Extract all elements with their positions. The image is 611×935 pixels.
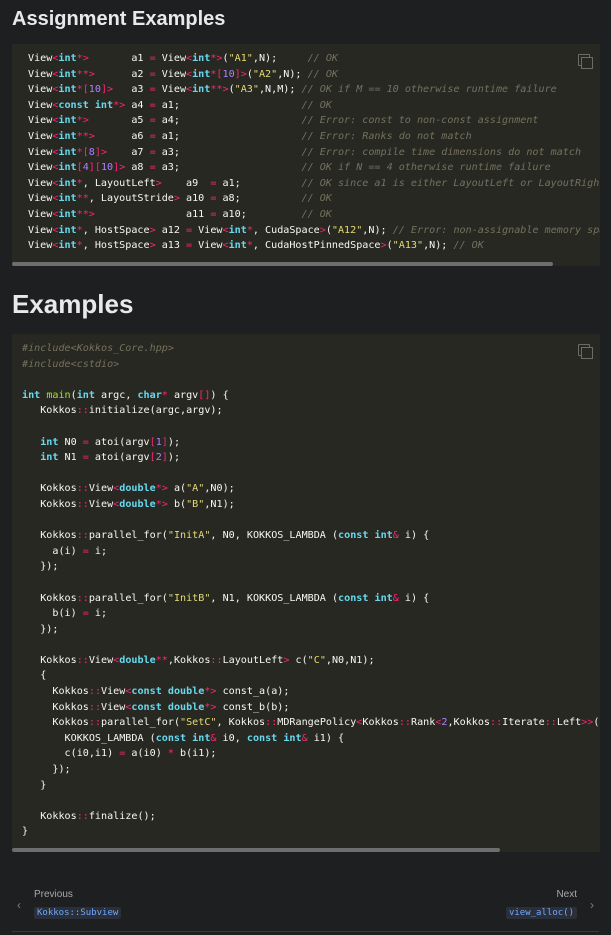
- next-link-text[interactable]: view_alloc(): [505, 907, 577, 919]
- next-page-link[interactable]: › Next view_alloc(): [505, 888, 594, 920]
- next-label: Next: [556, 889, 577, 900]
- copy-icon[interactable]: [578, 344, 593, 359]
- horizontal-scrollbar[interactable]: [12, 848, 500, 852]
- code-text: #include<Kokkos_Core.hpp> #include<cstdi…: [22, 343, 600, 838]
- footer-divider: [12, 931, 599, 932]
- horizontal-scrollbar[interactable]: [12, 262, 553, 266]
- copy-icon[interactable]: [578, 54, 593, 69]
- code-block-assignment: View<int*> a1 = View<int*>("A1",N); // O…: [12, 44, 600, 266]
- prev-link-text[interactable]: Kokkos::Subview: [34, 907, 122, 919]
- prev-page-link[interactable]: ‹ Previous Kokkos::Subview: [17, 888, 122, 920]
- section-title-assignment-examples: Assignment Examples: [12, 8, 226, 30]
- code-text: View<int*> a1 = View<int*>("A1",N); // O…: [28, 53, 600, 252]
- chevron-left-icon: ‹: [17, 898, 21, 912]
- chevron-right-icon: ›: [590, 898, 594, 912]
- section-title-examples: Examples: [12, 289, 134, 319]
- prev-label: Previous: [34, 889, 73, 900]
- code-block-example: #include<Kokkos_Core.hpp> #include<cstdi…: [12, 334, 600, 852]
